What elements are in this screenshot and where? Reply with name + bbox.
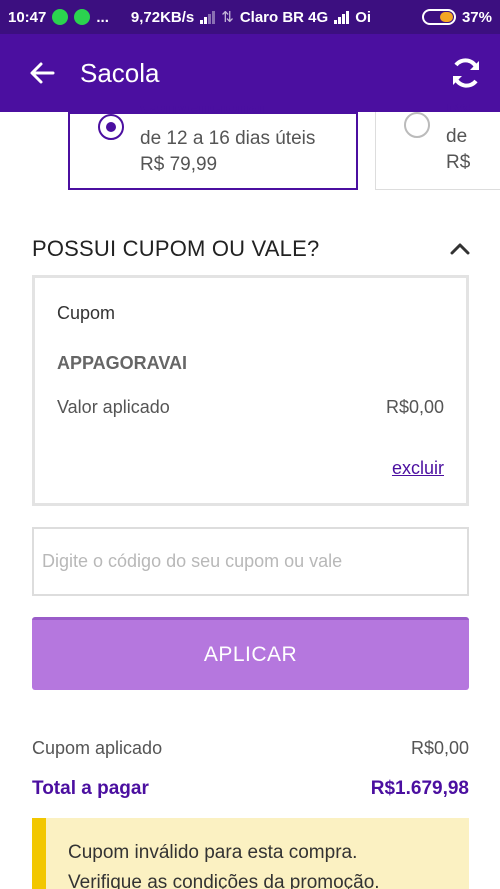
arrow-left-icon[interactable]	[22, 53, 62, 93]
coupon-section-header[interactable]: POSSUI CUPOM OU VALE?	[32, 236, 472, 262]
shipping-option-days-2: de	[446, 126, 468, 147]
shipping-option-price-2: R$	[446, 152, 471, 173]
shipping-option-price: R$ 79,99	[140, 154, 218, 175]
shipping-option-name-2: Ra	[446, 104, 471, 116]
page-title: Sacola	[80, 57, 160, 88]
carrier-1: Claro BR 4G	[239, 8, 329, 26]
carrier-2: Oi	[355, 8, 372, 26]
shipping-option-name: Convencional	[140, 106, 265, 118]
warning-line-2: Verifique as condições da promoção.	[68, 872, 380, 889]
signal-icon-2	[334, 10, 350, 24]
status-more-dots: ...	[96, 8, 109, 26]
network-speed: 9,72KB/s	[130, 8, 195, 26]
coupon-value-row: Valor aplicado R$0,00	[57, 397, 444, 418]
app-bar: Sacola	[0, 34, 500, 112]
status-bar: 10:47 ... 9,72KB/s ⇅ Claro BR 4G Oi 37%	[0, 0, 500, 34]
data-transfer-icon: ⇅	[221, 9, 234, 26]
shipping-option-conventional[interactable]: Convencional de 12 a 16 dias úteis R$ 79…	[68, 106, 358, 190]
radio-selected-icon[interactable]	[98, 114, 124, 140]
remove-coupon-link[interactable]: excluir	[392, 458, 444, 479]
invalid-coupon-warning: Cupom inválido para esta compra. Verifiq…	[32, 818, 469, 889]
coupon-section-title: POSSUI CUPOM OU VALE?	[32, 236, 320, 261]
shipping-option-fast[interactable]: Ra de R$	[375, 104, 500, 190]
battery-icon	[421, 9, 456, 25]
summary-coupon-applied: Cupom aplicado R$0,00	[32, 738, 469, 759]
coupon-label: Cupom	[57, 303, 116, 323]
chevron-up-icon[interactable]	[448, 237, 472, 261]
summary-total-value: R$1.679,98	[370, 778, 469, 799]
applied-coupon-box: Cupom APPAGORAVAI Valor aplicado R$0,00 …	[32, 275, 469, 506]
summary-total: Total a pagar R$1.679,98	[32, 778, 469, 800]
coupon-value: R$0,00	[385, 397, 444, 417]
warning-text: Cupom inválido para esta compra. Verifiq…	[68, 838, 380, 889]
apply-coupon-button[interactable]: APLICAR	[32, 617, 469, 690]
coupon-code: APPAGORAVAI	[57, 353, 188, 373]
summary-coupon-value: R$0,00	[410, 738, 469, 758]
status-right: 37%	[421, 8, 492, 26]
shipping-option-days: de 12 a 16 dias úteis	[140, 128, 316, 149]
status-left: 10:47 ...	[8, 9, 109, 26]
coupon-code-input[interactable]	[32, 527, 469, 596]
whatsapp-icon-2	[74, 9, 91, 25]
status-time: 10:47	[8, 8, 47, 26]
status-mid: 9,72KB/s ⇅ Claro BR 4G Oi	[130, 8, 372, 27]
summary-coupon-label: Cupom aplicado	[32, 738, 163, 758]
whatsapp-icon	[52, 9, 69, 25]
warning-line-1: Cupom inválido para esta compra.	[68, 842, 358, 863]
coupon-value-label: Valor aplicado	[57, 397, 170, 417]
refresh-icon[interactable]	[446, 53, 486, 93]
signal-icon	[200, 10, 216, 24]
summary-total-label: Total a pagar	[32, 778, 149, 799]
battery-percent: 37%	[461, 8, 492, 26]
radio-unselected-icon[interactable]	[404, 112, 430, 138]
